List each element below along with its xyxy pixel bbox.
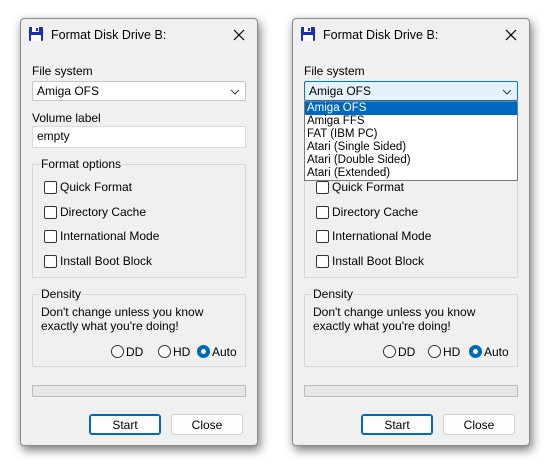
radio-label: DD xyxy=(126,345,144,359)
checkbox-label: Quick Format xyxy=(332,180,405,194)
checkbox-label: Install Boot Block xyxy=(332,254,425,268)
checkbox-box xyxy=(44,181,57,194)
chevron-down-icon xyxy=(230,89,240,95)
file-system-value: Amiga OFS xyxy=(309,84,372,98)
title-bar: Format Disk Drive B: xyxy=(293,19,529,51)
checkbox-label: Install Boot Block xyxy=(60,254,153,268)
dropdown-option-fat-ibm-pc[interactable]: FAT (IBM PC) xyxy=(305,128,517,141)
format-options-group: Quick Format Directory Cache Internation… xyxy=(304,164,518,278)
dropdown-option-atari-single-sided[interactable]: Atari (Single Sided) xyxy=(305,141,517,154)
close-button[interactable]: Close xyxy=(171,414,243,435)
floppy-disk-icon xyxy=(29,27,43,41)
density-title: Density xyxy=(312,287,355,301)
density-title: Density xyxy=(40,287,83,301)
start-button[interactable]: Start xyxy=(361,414,433,435)
format-progress-bar xyxy=(32,385,246,397)
format-options-title: Format options xyxy=(40,157,123,171)
close-icon xyxy=(233,29,245,41)
radio-circle-selected xyxy=(469,345,482,358)
radio-label: DD xyxy=(398,345,416,359)
file-system-select[interactable]: Amiga OFS xyxy=(32,81,246,101)
format-options-group: Format options Quick Format Directory Ca… xyxy=(32,157,246,278)
radio-circle xyxy=(383,345,396,358)
radio-circle xyxy=(158,345,171,358)
radio-circle xyxy=(111,345,124,358)
checkbox-box xyxy=(44,230,57,243)
radio-label: Auto xyxy=(484,345,509,359)
window-title: Format Disk Drive B: xyxy=(323,28,439,42)
dropdown-option-amiga-ofs[interactable]: Amiga OFS xyxy=(305,102,517,115)
checkbox-box xyxy=(316,181,329,194)
checkbox-label: Directory Cache xyxy=(332,205,419,219)
close-icon xyxy=(505,29,517,41)
checkbox-label: International Mode xyxy=(332,229,432,243)
format-progress-bar xyxy=(304,385,518,397)
floppy-disk-icon xyxy=(301,27,315,41)
close-button[interactable]: Close xyxy=(443,414,515,435)
window-title: Format Disk Drive B: xyxy=(51,28,167,42)
radio-label: HD xyxy=(443,345,461,359)
file-system-dropdown-list: Amiga OFS Amiga FFS FAT (IBM PC) Atari (… xyxy=(304,101,518,181)
volume-label-input[interactable] xyxy=(37,129,237,143)
chevron-down-icon xyxy=(502,89,512,95)
file-system-label: File system xyxy=(304,64,365,78)
volume-label-field[interactable] xyxy=(32,126,246,148)
checkbox-box xyxy=(316,206,329,219)
start-button[interactable]: Start xyxy=(89,414,161,435)
radio-label: Auto xyxy=(212,345,237,359)
volume-label-label: Volume label xyxy=(32,111,101,125)
checkbox-box xyxy=(316,255,329,268)
checkbox-box xyxy=(44,206,57,219)
checkbox-box xyxy=(316,230,329,243)
title-bar: Format Disk Drive B: xyxy=(21,19,257,51)
checkbox-box xyxy=(44,255,57,268)
close-window-button[interactable] xyxy=(499,23,523,47)
close-window-button[interactable] xyxy=(227,23,251,47)
dropdown-option-atari-extended[interactable]: Atari (Extended) xyxy=(305,167,517,180)
density-group: Density Don't change unless you know exa… xyxy=(304,287,518,367)
radio-label: HD xyxy=(173,345,191,359)
density-warning: Don't change unless you know exactly wha… xyxy=(41,305,204,333)
file-system-value: Amiga OFS xyxy=(37,84,100,98)
radio-circle xyxy=(428,345,441,358)
density-warning: Don't change unless you know exactly wha… xyxy=(313,305,476,333)
dropdown-option-amiga-ffs[interactable]: Amiga FFS xyxy=(305,115,517,128)
format-dialog-right: Format Disk Drive B: File system Amiga O… xyxy=(292,18,530,446)
checkbox-label: Directory Cache xyxy=(60,205,147,219)
density-group: Density Don't change unless you know exa… xyxy=(32,287,246,367)
radio-circle-selected xyxy=(197,345,210,358)
checkbox-label: International Mode xyxy=(60,229,160,243)
file-system-select[interactable]: Amiga OFS xyxy=(304,81,518,101)
file-system-label: File system xyxy=(32,64,93,78)
checkbox-label: Quick Format xyxy=(60,180,133,194)
dropdown-option-atari-double-sided[interactable]: Atari (Double Sided) xyxy=(305,154,517,167)
format-dialog-left: Format Disk Drive B: File system Amiga O… xyxy=(20,18,258,446)
